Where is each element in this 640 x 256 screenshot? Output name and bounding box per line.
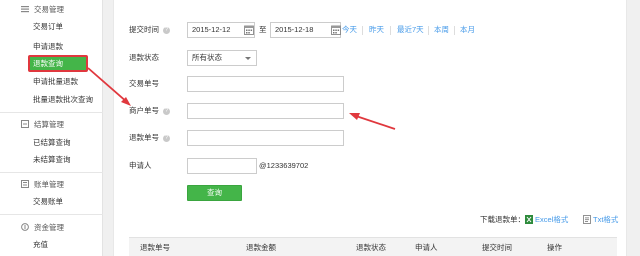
column-header-refund-amount: 退款金额 <box>246 243 276 252</box>
search-button[interactable]: 查询 <box>187 185 242 201</box>
sidebar-group-title: 结算管理 <box>34 119 64 129</box>
applicant-label: 申请人 <box>129 161 152 170</box>
submit-time-label: 提交时间? <box>129 22 170 38</box>
chevron-down-icon <box>245 57 251 60</box>
download-excel-link[interactable]: Excel格式 <box>535 214 568 226</box>
quick-range-divider <box>454 26 455 35</box>
sidebar-group-title: 账单管理 <box>34 179 64 189</box>
applicant-account-suffix: @1233639702 <box>259 161 309 170</box>
refund-no-input[interactable] <box>187 130 344 146</box>
merchant-no-label: 商户单号? <box>129 103 170 119</box>
annotation-highlight-box <box>28 55 88 72</box>
help-icon[interactable]: ? <box>163 26 170 34</box>
merchant-no-label-text: 商户单号 <box>129 106 159 115</box>
column-header-applicant: 申请人 <box>415 243 438 252</box>
quick-range-today[interactable]: 今天 <box>342 24 357 36</box>
sidebar-item-trade-bill[interactable]: 交易账单 <box>0 195 103 208</box>
list-icon <box>21 5 29 13</box>
quick-range-this-month[interactable]: 本月 <box>460 24 475 36</box>
excel-file-icon <box>525 215 533 224</box>
trade-no-label: 交易单号 <box>129 79 159 88</box>
sidebar: 交易管理 交易订单 申请退款 退款查询 申请批量退款 批量退款批次查询 结算管理… <box>0 0 103 256</box>
sidebar-item-settled[interactable]: 已结算查询 <box>0 136 103 149</box>
sidebar-group-title: 交易管理 <box>34 4 64 14</box>
sidebar-item-batch-refund[interactable]: 申请批量退款 <box>0 75 103 88</box>
applicant-input[interactable] <box>187 158 257 174</box>
refund-status-select[interactable]: 所有状态 <box>187 50 257 66</box>
quick-range-divider <box>390 26 391 35</box>
sidebar-group-bill[interactable]: 账单管理 <box>0 177 103 191</box>
trade-no-input[interactable] <box>187 76 344 92</box>
refund-status-label: 退款状态 <box>129 53 159 62</box>
refund-status-value: 所有状态 <box>192 53 222 62</box>
bill-icon <box>21 180 29 188</box>
calendar-icon[interactable] <box>331 25 341 35</box>
sidebar-divider <box>0 172 103 173</box>
column-header-submit-time: 提交时间 <box>482 243 512 252</box>
merchant-no-input[interactable] <box>187 103 344 119</box>
txt-file-icon <box>583 215 591 224</box>
calendar-icon[interactable] <box>244 25 254 35</box>
refund-no-label-text: 退款单号 <box>129 133 159 142</box>
sidebar-item-unsettled[interactable]: 未结算查询 <box>0 153 103 166</box>
quick-range-divider <box>362 26 363 35</box>
quick-range-yesterday[interactable]: 昨天 <box>369 24 384 36</box>
column-header-refund-status: 退款状态 <box>356 243 386 252</box>
sidebar-group-fund[interactable]: 资金管理 <box>0 220 103 234</box>
sidebar-item-batch-query[interactable]: 批量退款批次查询 <box>0 93 103 106</box>
sidebar-divider <box>0 112 103 113</box>
quick-range-last7[interactable]: 最近7天 <box>397 24 424 36</box>
sidebar-item-recharge[interactable]: 充值 <box>0 238 103 251</box>
quick-range-this-week[interactable]: 本周 <box>434 24 449 36</box>
sidebar-item-trade-orders[interactable]: 交易订单 <box>0 20 103 33</box>
help-icon[interactable]: ? <box>163 107 170 115</box>
date-end-value: 2015-12-18 <box>275 25 314 34</box>
submit-time-label-text: 提交时间 <box>129 25 159 34</box>
settlement-icon <box>21 120 29 128</box>
quick-range-divider <box>428 26 429 35</box>
sidebar-divider <box>0 214 103 215</box>
fund-icon <box>21 223 29 231</box>
help-icon[interactable]: ? <box>163 134 170 142</box>
refund-no-label: 退款单号? <box>129 130 170 146</box>
date-range-separator: 至 <box>259 25 267 34</box>
sidebar-item-apply-refund[interactable]: 申请退款 <box>0 40 103 53</box>
sidebar-group-settlement[interactable]: 结算管理 <box>0 117 103 131</box>
sidebar-group-trade[interactable]: 交易管理 <box>0 2 103 16</box>
date-start-value: 2015-12-12 <box>192 25 231 34</box>
column-header-refund-no: 退款单号 <box>140 243 170 252</box>
download-txt-link[interactable]: Txt格式 <box>593 214 618 226</box>
column-header-actions: 操作 <box>547 243 562 252</box>
download-label: 下载退款单： <box>480 215 525 224</box>
sidebar-group-title: 资金管理 <box>34 222 64 232</box>
